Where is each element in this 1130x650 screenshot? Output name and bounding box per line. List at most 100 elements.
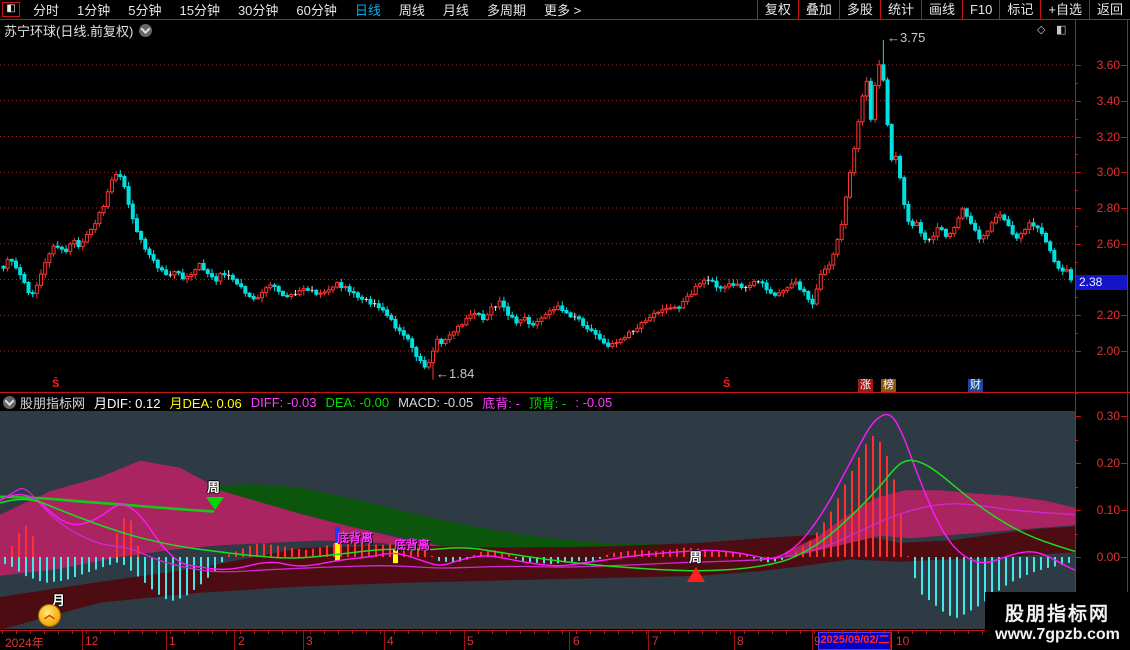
macd-bar: [151, 557, 153, 590]
menu-item-3[interactable]: 15分钟: [170, 0, 228, 19]
event-badge-2[interactable]: 财: [968, 379, 983, 392]
macd-bar: [1019, 557, 1021, 579]
candle-body: [627, 331, 631, 339]
candle-body: [380, 307, 385, 311]
candle-body: [280, 290, 285, 296]
menu-item-7[interactable]: 周线: [390, 0, 434, 19]
menu-item-5[interactable]: 60分钟: [287, 0, 345, 19]
macd-indicator-panel[interactable]: [0, 411, 1075, 629]
candle-body: [514, 316, 519, 324]
macd-bar: [1026, 557, 1028, 575]
menu-item-8[interactable]: 月线: [434, 0, 478, 19]
toolbar-button-4[interactable]: 画线: [920, 0, 962, 19]
divergence-label: 底背离: [337, 531, 374, 545]
macd-bar-overlay: [130, 520, 132, 557]
diamond-icon[interactable]: ◇: [1037, 23, 1045, 36]
menu-item-10[interactable]: 更多 >: [535, 0, 590, 19]
candle-body: [597, 333, 602, 340]
price-axis-label: 2.20: [1096, 308, 1120, 323]
menu-item-6[interactable]: 日线: [346, 0, 390, 19]
candle-body: [622, 337, 627, 340]
menu-item-1[interactable]: 1分钟: [68, 0, 119, 19]
macd-bar: [298, 549, 300, 557]
time-tick: [408, 631, 409, 634]
macd-bar: [606, 554, 608, 557]
watermark-url: www.7gpzb.com: [995, 625, 1120, 643]
candle-body: [885, 79, 890, 126]
indicator-readout-5: MACD: -0.05: [398, 394, 474, 410]
candle-body: [831, 253, 836, 266]
time-tick: [562, 631, 563, 634]
month-separator: [464, 631, 465, 650]
toolbar-button-1[interactable]: 叠加: [797, 0, 839, 19]
candlestick-chart[interactable]: [0, 40, 1075, 392]
chevron-down-icon[interactable]: [3, 395, 16, 409]
event-badge-0[interactable]: 涨: [858, 379, 873, 392]
candle-body: [255, 297, 260, 300]
time-tick: [870, 631, 871, 634]
macd-bar: [641, 550, 643, 557]
time-tick: [632, 631, 633, 634]
macd-bar: [543, 557, 545, 564]
candle-body: [105, 191, 110, 207]
layout-split-icon[interactable]: ◧: [2, 2, 20, 17]
candle-body: [551, 309, 556, 312]
candle-body: [977, 229, 982, 240]
candle-body: [68, 243, 73, 252]
candle-body: [210, 273, 214, 278]
candle-body: [426, 362, 431, 368]
toolbar-button-0[interactable]: 复权: [756, 0, 798, 19]
right-frame-line: [1127, 20, 1128, 650]
macd-bar: [186, 557, 188, 596]
macd-bar: [158, 557, 160, 595]
candle-body: [76, 240, 81, 248]
split-view-icon[interactable]: ◧: [1056, 23, 1066, 36]
candle-body: [1010, 225, 1015, 235]
candle-body: [435, 338, 440, 352]
indicator-readout-7: 顶背: -: [528, 395, 567, 411]
candle-body: [43, 262, 48, 275]
indicator-readout-8: : -0.05: [575, 394, 613, 410]
macd-bar: [256, 543, 258, 557]
toolbar-button-8[interactable]: 返回: [1088, 0, 1130, 19]
time-tick: [450, 631, 451, 634]
candle-body: [1023, 228, 1028, 235]
last-price-tag: 2.38: [1076, 275, 1128, 291]
candle-body: [230, 274, 235, 280]
time-axis-label: 1: [169, 634, 176, 648]
toolbar-button-6[interactable]: 标记: [999, 0, 1040, 19]
macd-bar: [137, 557, 139, 577]
indicator-readout-6: 底背: -: [482, 395, 520, 411]
candle-body: [948, 233, 953, 237]
candle-body: [80, 241, 85, 248]
macd-bar-overlay: [11, 545, 13, 557]
toolbar-button-3[interactable]: 统计: [879, 0, 921, 19]
time-axis: 2025/09/02/二 2024年 12 1 2 3 4 5 6 7 8 9 10: [0, 630, 1130, 650]
toolbar-button-5[interactable]: F10: [961, 0, 999, 19]
time-tick: [772, 631, 773, 634]
menu-item-2[interactable]: 5分钟: [119, 0, 170, 19]
macd-bar: [305, 549, 307, 557]
menu-item-4[interactable]: 30分钟: [229, 0, 287, 19]
toolbar-button-2[interactable]: 多股: [838, 0, 880, 19]
macd-bar: [130, 557, 132, 571]
candle-body: [835, 238, 840, 255]
candle-body: [151, 254, 156, 261]
candle-body: [360, 296, 365, 300]
candle-body: [218, 273, 223, 282]
candle-body: [939, 227, 944, 231]
menu-item-9[interactable]: 多周期: [478, 0, 535, 19]
macd-bar: [277, 545, 279, 557]
macd-bar: [956, 557, 958, 618]
time-axis-label: 2024年: [5, 636, 44, 650]
toolbar-button-7[interactable]: +自选: [1040, 0, 1089, 19]
candle-body: [810, 298, 815, 305]
candle-body: [1069, 269, 1074, 281]
macd-bar: [900, 514, 902, 557]
candle-body: [693, 285, 698, 295]
macd-bar: [676, 548, 678, 557]
menu-item-0[interactable]: 分时: [24, 0, 68, 19]
candle-body: [981, 235, 986, 240]
chevron-down-icon[interactable]: [139, 23, 153, 37]
event-badge-1[interactable]: 榜: [881, 379, 896, 392]
